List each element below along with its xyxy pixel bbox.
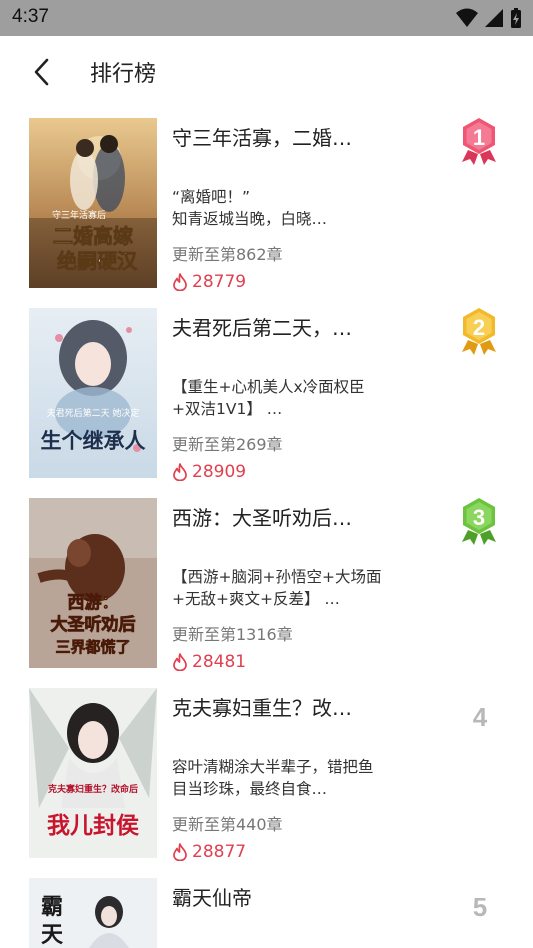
book-cover[interactable]: 二婚高嫁 绝嗣硬汉 守三年活寡后 [29,118,157,288]
book-update: 更新至第1316章 [172,625,293,644]
signal-icon [485,9,503,27]
status-bar: 4:37 [0,0,533,36]
book-cover[interactable]: 西游： 大圣听劝后 三界都慌了 [29,498,157,668]
cover-title: 霸 [41,894,63,920]
svg-text:绝嗣硬汉: 绝嗣硬汉 [57,249,138,273]
book-heat: 28779 [172,272,246,292]
list-item[interactable]: 霸 天 霸天仙帝 5 [0,868,533,948]
book-title: 守三年活寡，二婚… [172,126,352,150]
cover-title: 生个继承人 [41,428,146,453]
wifi-icon [456,8,478,27]
cover-subtitle: 守三年活寡后 [52,209,106,221]
heat-value: 28779 [192,272,247,292]
list-item[interactable]: 夫君死后第二天 她决定 生个继承人 夫君死后第二天，… 【重生+心机美人x冷面权… [0,298,533,488]
fire-icon [173,653,187,671]
heat-value: 28481 [192,652,247,672]
book-description: 容叶清糊涂大半辈子，错把鱼目当珍珠，最终自食… [172,758,374,798]
chevron-left-icon [34,58,49,86]
rank-badge-green: 3 [462,498,496,545]
fire-icon [173,843,187,861]
rank-number: 1 [473,125,485,150]
book-heat: 28909 [172,462,246,482]
heat-value: 28877 [192,842,247,862]
svg-text:三界都慌了: 三界都慌了 [55,638,130,656]
book-title: 夫君死后第二天，… [172,316,352,340]
book-heat: 28877 [172,842,246,862]
book-title: 克夫寡妇重生？改… [172,696,352,720]
list-item[interactable]: 西游： 大圣听劝后 三界都慌了 西游：大圣听劝后… 【西游+脑洞+孙悟空+大场面… [0,488,533,678]
book-update: 更新至第440章 [172,815,283,834]
status-time: 4:37 [12,6,49,27]
rank-badge-gold: 2 [462,308,496,355]
book-description: “离婚吧！” 知青返城当晚，白晓… [172,188,328,228]
status-icons [455,6,523,30]
back-button[interactable] [24,54,60,90]
svg-text:大圣听劝后: 大圣听劝后 [51,614,136,635]
rank-number: 5 [472,892,488,922]
cover-subtitle: 克夫寡妇重生？改命后 [48,783,138,795]
battery-icon [511,8,521,28]
book-update: 更新至第269章 [172,435,283,454]
cover-title: 我儿封侯 [47,812,140,839]
page-title: 排行榜 [90,62,157,87]
list-item[interactable]: 二婚高嫁 绝嗣硬汉 守三年活寡后 守三年活寡，二婚… “离婚吧！” 知青返城当晚… [0,108,533,298]
book-title: 西游：大圣听劝后… [172,506,352,530]
svg-text:天: 天 [41,922,64,948]
fire-icon [173,463,187,481]
list-item[interactable]: 克夫寡妇重生？改命后 我儿封侯 克夫寡妇重生？改… 容叶清糊涂大半辈子，错把鱼目… [0,678,533,868]
heat-value: 28909 [192,462,247,482]
rank-number: 4 [472,702,488,732]
cover-subtitle: 夫君死后第二天 她决定 [47,407,140,419]
book-description: 【西游+脑洞+孙悟空+大场面+无敌+爽文+反差】 … [172,568,382,608]
cover-title: 二婚高嫁 [53,224,133,248]
rank-badge-pink: 1 [462,118,496,165]
rank-number: 3 [473,505,485,530]
cover-title: 西游： [68,592,119,613]
book-description: 【重生+心机美人x冷面权臣+双洁1V1】 … [172,378,365,418]
book-update: 更新至第862章 [172,245,283,264]
book-cover[interactable]: 夫君死后第二天 她决定 生个继承人 [29,308,157,478]
header: 排行榜 [0,36,533,108]
book-cover[interactable]: 克夫寡妇重生？改命后 我儿封侯 [29,688,157,858]
book-cover[interactable]: 霸 天 [29,878,157,948]
book-heat: 28481 [172,652,246,672]
book-title: 霸天仙帝 [172,886,252,910]
rank-number: 2 [473,315,485,340]
fire-icon [173,273,187,291]
